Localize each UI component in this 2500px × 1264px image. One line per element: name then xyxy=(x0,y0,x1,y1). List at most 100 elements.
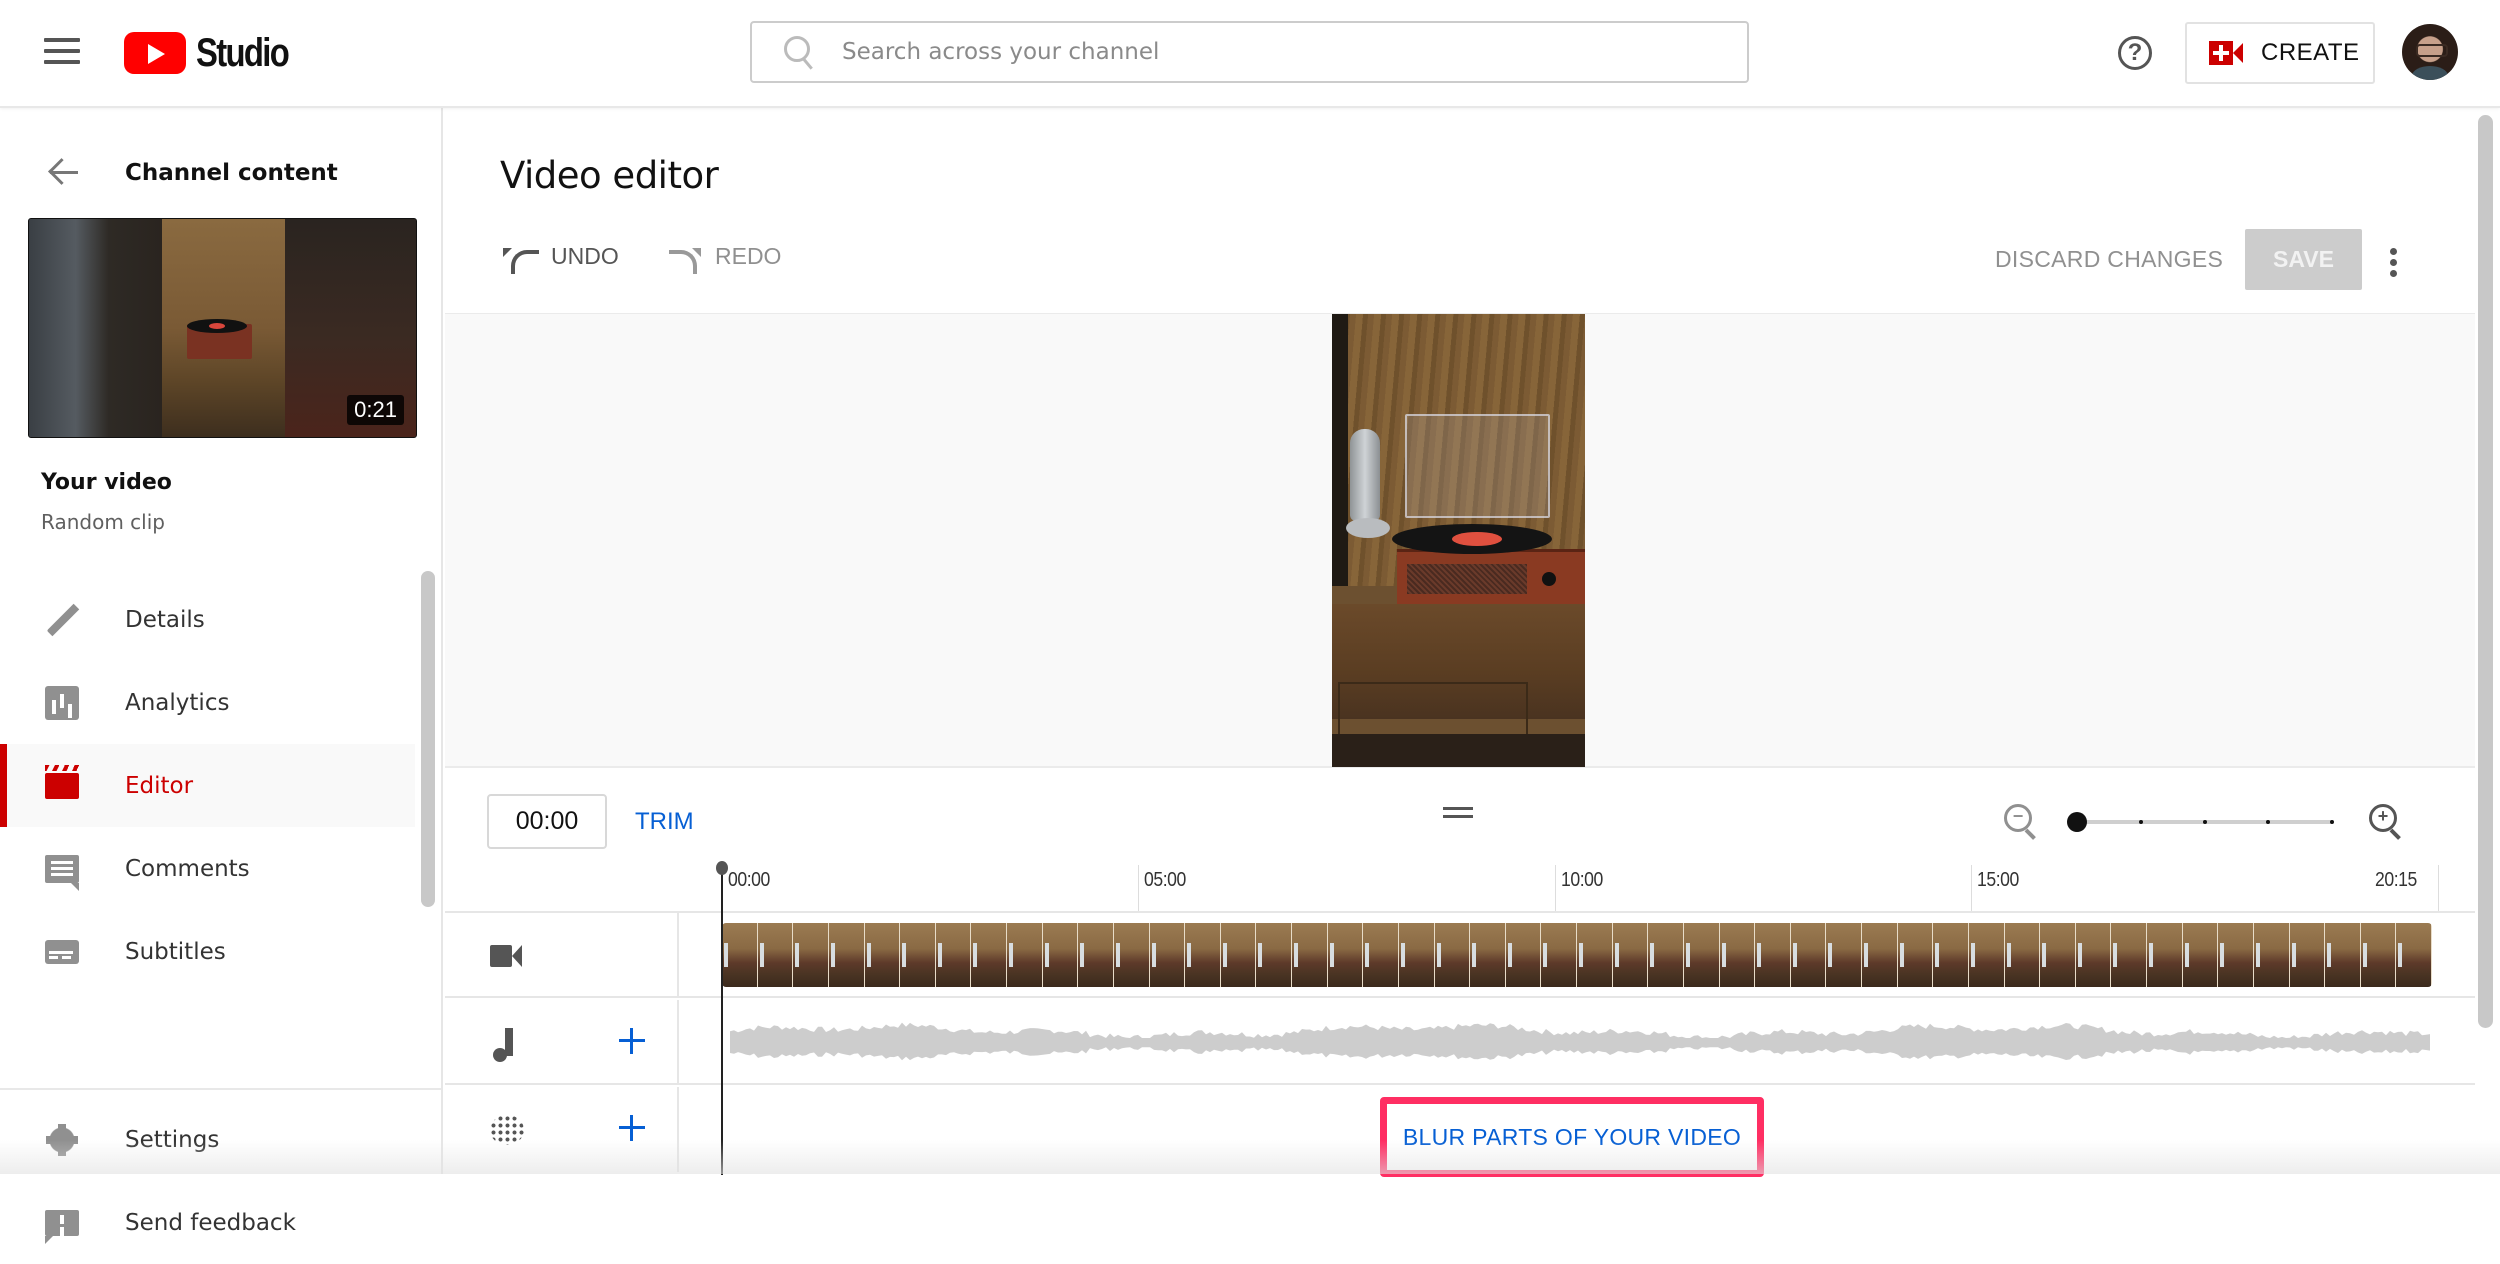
video-frame-thumbnail xyxy=(2289,923,2326,987)
ruler-tick-label: 05:00 xyxy=(1144,869,1187,891)
video-preview[interactable] xyxy=(1332,314,1585,767)
undo-icon xyxy=(503,244,537,270)
sidebar-item-settings[interactable]: Settings xyxy=(0,1098,415,1181)
audio-waveform[interactable] xyxy=(730,1022,2430,1064)
video-preview-area xyxy=(445,313,2475,768)
duration-badge: 0:21 xyxy=(347,395,404,425)
video-filmstrip[interactable] xyxy=(722,923,2432,987)
sidebar-item-label: Editor xyxy=(125,772,194,799)
timeline-ruler[interactable]: 00:00 05:00 10:00 15:00 20:15 xyxy=(445,865,2475,913)
video-frame-thumbnail xyxy=(1790,923,1827,987)
search-icon xyxy=(780,32,820,72)
video-frame-thumbnail xyxy=(1256,923,1292,987)
gear-icon xyxy=(45,1122,79,1157)
youtube-studio-logo[interactable]: Studio xyxy=(124,30,308,76)
discard-changes-button[interactable]: DISCARD CHANGES xyxy=(1995,246,2223,273)
ruler-tick-label: 20:15 xyxy=(2375,869,2417,891)
audio-track xyxy=(445,1000,2475,1085)
video-frame-thumbnail xyxy=(2182,923,2219,987)
search-input[interactable] xyxy=(842,39,1692,65)
sidebar-item-comments[interactable]: Comments xyxy=(0,827,415,910)
youtube-play-icon xyxy=(124,32,186,74)
track-header xyxy=(445,1087,679,1172)
create-label: CREATE xyxy=(2261,39,2360,66)
ruler-tick xyxy=(1138,865,1140,911)
sidebar-bottom-nav: Settings Send feedback xyxy=(0,1098,415,1264)
video-camera-plus-icon xyxy=(2209,41,2243,65)
timeline-zoom-slider[interactable] xyxy=(2067,812,2347,832)
sidebar: Channel content 0:21 Your video Random c… xyxy=(0,108,443,1244)
sidebar-item-editor[interactable]: Editor xyxy=(0,744,415,827)
save-button[interactable]: SAVE xyxy=(2245,229,2362,290)
video-frame-thumbnail xyxy=(1862,923,1898,987)
video-frame-thumbnail xyxy=(2111,923,2147,987)
video-frame-thumbnail xyxy=(1755,923,1791,987)
blur-icon xyxy=(490,1115,524,1145)
video-frame-thumbnail xyxy=(1292,923,1328,987)
video-frame-thumbnail xyxy=(2147,923,2183,987)
waveform-shape xyxy=(730,1022,2430,1061)
subtitles-icon xyxy=(45,939,79,964)
video-frame-thumbnail xyxy=(900,923,936,987)
ruler-tick xyxy=(1971,865,1973,911)
timeline-tracks: BLUR PARTS OF YOUR VIDEO xyxy=(445,913,2475,1177)
comment-icon xyxy=(45,854,79,891)
blur-parts-of-your-video-button[interactable]: BLUR PARTS OF YOUR VIDEO xyxy=(1380,1097,1764,1177)
sidebar-item-label: Comments xyxy=(125,855,250,882)
zoom-out-icon[interactable]: − xyxy=(2002,802,2038,838)
zoom-slider-thumb[interactable] xyxy=(2067,812,2087,832)
timeline: 00:00 TRIM − + 00:00 05:00 10:00 15:00 20:15 xyxy=(445,770,2475,1177)
video-frame-thumbnail xyxy=(1683,923,1720,987)
video-frame-thumbnail xyxy=(1007,923,1043,987)
undo-button[interactable]: UNDO xyxy=(503,243,619,270)
sidebar-item-send-feedback[interactable]: Send feedback xyxy=(0,1181,415,1264)
video-frame-thumbnail xyxy=(1185,923,1221,987)
video-frame-thumbnail xyxy=(971,923,1007,987)
create-button[interactable]: CREATE xyxy=(2185,22,2375,84)
resize-handle-icon[interactable] xyxy=(1443,807,1473,821)
video-frame-thumbnail xyxy=(1220,923,1257,987)
current-time-field[interactable]: 00:00 xyxy=(487,794,607,849)
help-icon[interactable]: ? xyxy=(2118,36,2152,70)
arrow-back-icon[interactable] xyxy=(48,156,80,188)
add-audio-icon[interactable] xyxy=(617,1026,647,1056)
video-thumbnail[interactable]: 0:21 xyxy=(28,218,417,438)
video-frame-thumbnail xyxy=(1149,923,1186,987)
sidebar-item-analytics[interactable]: Analytics xyxy=(0,661,415,744)
sidebar-item-label: Analytics xyxy=(125,689,230,716)
video-frame-thumbnail xyxy=(828,923,865,987)
video-frame-thumbnail xyxy=(2075,923,2112,987)
redo-button[interactable]: REDO xyxy=(667,243,781,274)
video-frame-thumbnail xyxy=(1434,923,1471,987)
sidebar-item-details[interactable]: Details xyxy=(0,578,415,661)
video-camera-icon xyxy=(490,941,524,971)
avatar[interactable] xyxy=(2402,24,2458,80)
sidebar-scrollbar[interactable] xyxy=(421,571,435,907)
zoom-in-icon[interactable]: + xyxy=(2367,802,2403,838)
video-frame-thumbnail xyxy=(2253,923,2290,987)
sidebar-item-subtitles[interactable]: Subtitles xyxy=(0,910,415,993)
top-bar: Studio ? CREATE xyxy=(0,0,2500,108)
search-bar[interactable] xyxy=(750,21,1749,83)
video-frame-thumbnail xyxy=(1719,923,1756,987)
video-frame-thumbnail xyxy=(757,923,794,987)
video-frame-thumbnail xyxy=(1470,923,1506,987)
add-blur-icon[interactable] xyxy=(617,1113,647,1143)
back-to-channel-content[interactable]: Channel content xyxy=(0,138,443,208)
main-content: Video editor UNDO REDO DISCARD CHANGES S… xyxy=(445,108,2500,1177)
video-frame-thumbnail xyxy=(1398,923,1435,987)
trim-button[interactable]: TRIM xyxy=(635,808,694,836)
video-frame-thumbnail xyxy=(1897,923,1934,987)
video-frame-thumbnail xyxy=(2325,923,2361,987)
ruler-tick xyxy=(2438,865,2439,911)
undo-label: UNDO xyxy=(551,243,619,269)
sidebar-item-label: Settings xyxy=(125,1126,220,1153)
logo-text: Studio xyxy=(196,30,290,75)
main-scrollbar[interactable] xyxy=(2478,115,2493,1028)
more-options-icon[interactable] xyxy=(2390,248,2400,278)
zoom-step-dot xyxy=(2138,820,2143,824)
playhead[interactable] xyxy=(716,861,728,1175)
video-frame-thumbnail xyxy=(1933,923,1969,987)
video-frame-thumbnail xyxy=(1363,923,1399,987)
hamburger-menu-icon[interactable] xyxy=(44,38,80,68)
